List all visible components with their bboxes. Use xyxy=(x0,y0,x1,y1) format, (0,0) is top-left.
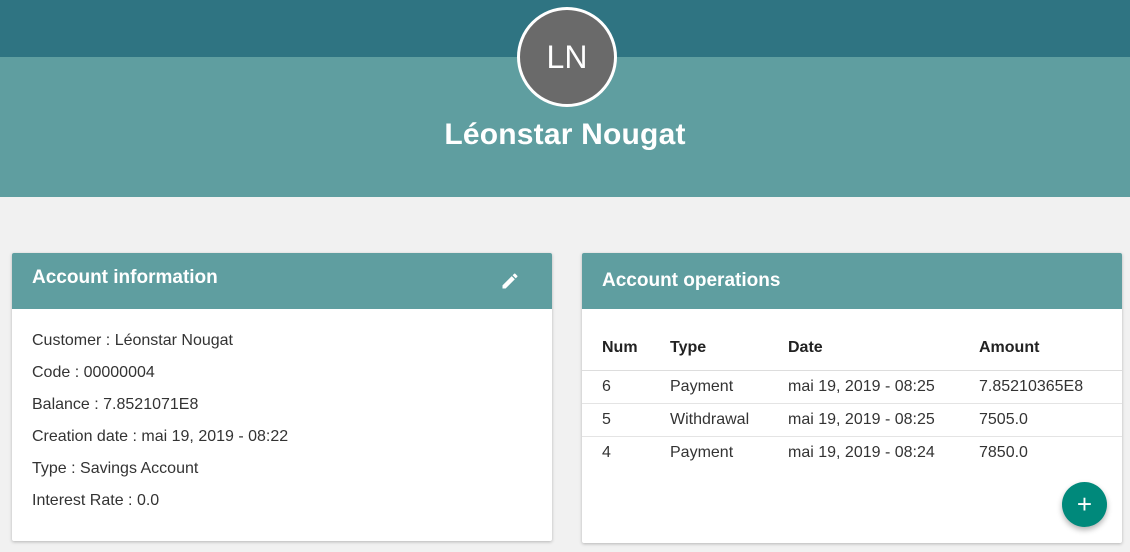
account-information-header: Account information xyxy=(12,253,552,309)
info-balance: Balance : 7.8521071E8 xyxy=(32,396,199,413)
account-operations-card: Account operations Num Type Date Amount … xyxy=(582,253,1122,543)
info-code: Code : 00000004 xyxy=(32,364,155,381)
cell-date: mai 19, 2019 - 08:25 xyxy=(788,403,979,437)
cell-amount: 7850.0 xyxy=(979,444,1028,461)
plus-icon: + xyxy=(1076,489,1093,519)
table-row: 4 Payment mai 19, 2019 - 08:24 7850.0 xyxy=(582,437,1122,470)
table-header-row: Num Type Date Amount xyxy=(582,325,1122,371)
add-operation-button[interactable]: + xyxy=(1062,482,1107,527)
cell-num: 6 xyxy=(582,370,670,404)
info-customer: Customer : Léonstar Nougat xyxy=(32,332,233,349)
account-operations-header: Account operations xyxy=(582,253,1122,309)
info-creation-date: Creation date : mai 19, 2019 - 08:22 xyxy=(32,428,289,445)
column-header-num: Num xyxy=(582,325,670,371)
cell-type: Withdrawal xyxy=(670,403,788,437)
cell-num: 4 xyxy=(602,444,611,461)
edit-pencil-icon xyxy=(502,273,518,289)
table-row: 5 Withdrawal mai 19, 2019 - 08:25 7505.0 xyxy=(582,403,1122,437)
info-type: Type : Savings Account xyxy=(32,460,199,477)
cell-type: Payment xyxy=(670,444,734,461)
cell-amount: 7.85210365E8 xyxy=(979,370,1122,404)
column-header-date: Date xyxy=(788,325,979,371)
cell-amount: 7505.0 xyxy=(979,403,1122,437)
account-information-card: Account information Customer : Léonstar … xyxy=(12,253,552,541)
column-header-amount: Amount xyxy=(979,325,1122,371)
column-header-type: Type xyxy=(670,325,788,371)
cell-num: 5 xyxy=(582,403,670,437)
cell-date: mai 19, 2019 - 08:24 xyxy=(788,444,935,461)
account-information-title: Account information xyxy=(32,267,218,288)
operations-table: Num Type Date Amount 6 Payment mai 19, 2… xyxy=(582,325,1122,469)
cell-date: mai 19, 2019 - 08:25 xyxy=(788,370,979,404)
info-interest-rate: Interest Rate : 0.0 xyxy=(32,492,160,509)
customer-name: Léonstar Nougat xyxy=(444,118,686,151)
cell-type: Payment xyxy=(670,370,788,404)
edit-account-button[interactable] xyxy=(498,269,522,293)
account-operations-title: Account operations xyxy=(602,270,781,291)
table-row: 6 Payment mai 19, 2019 - 08:25 7.8521036… xyxy=(582,370,1122,404)
avatar: LN xyxy=(517,7,617,107)
